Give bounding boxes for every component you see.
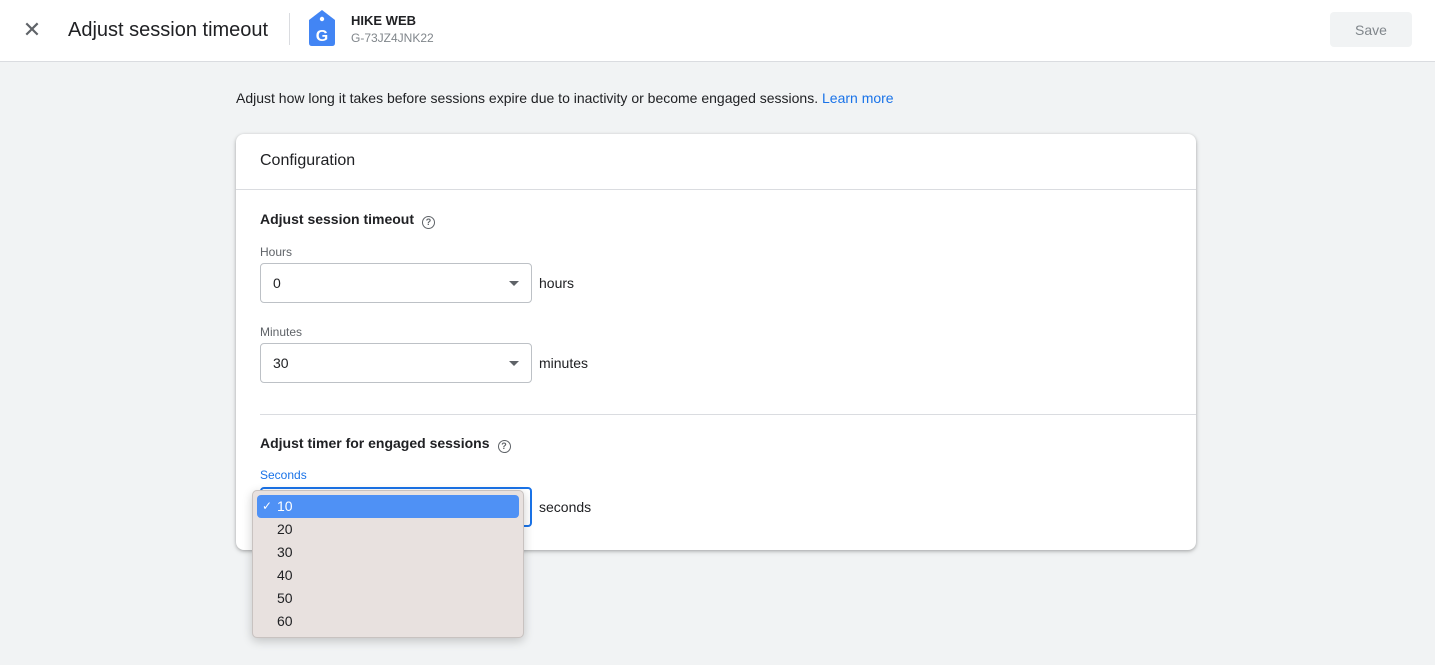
learn-more-link[interactable]: Learn more (822, 90, 894, 106)
dropdown-option[interactable]: 30 (257, 541, 519, 564)
hours-select[interactable]: 0 (260, 263, 532, 303)
dropdown-option[interactable]: 60 (257, 610, 519, 633)
dropdown-option[interactable]: ✓ 10 (257, 495, 519, 518)
hours-value: 0 (273, 275, 281, 291)
minutes-value: 30 (273, 355, 289, 371)
dropdown-option[interactable]: 40 (257, 564, 519, 587)
hours-label: Hours (260, 245, 293, 259)
seconds-label: Seconds (260, 468, 307, 482)
close-icon[interactable]: ✕ (20, 18, 44, 42)
session-timeout-heading: Adjust session timeout? (260, 211, 436, 229)
hours-unit: hours (539, 275, 575, 291)
page-title: Adjust session timeout (68, 19, 269, 41)
help-icon[interactable]: ? (497, 440, 511, 453)
help-icon[interactable]: ? (422, 216, 436, 229)
divider (289, 13, 290, 45)
option-label: 30 (277, 544, 293, 560)
option-label: 50 (277, 590, 293, 606)
intro-description: Adjust how long it takes before sessions… (236, 90, 822, 106)
session-timeout-title: Adjust session timeout (260, 211, 415, 227)
option-label: 10 (277, 498, 293, 514)
dropdown-arrow-icon (509, 281, 519, 286)
intro-text: Adjust how long it takes before sessions… (236, 90, 894, 106)
seconds-dropdown-menu: ✓ 10 20 30 40 50 60 (252, 490, 524, 638)
dropdown-option[interactable]: 20 (257, 518, 519, 541)
minutes-unit: minutes (539, 355, 589, 371)
property-tag-icon: G (309, 10, 335, 46)
option-label: 60 (277, 613, 293, 629)
checkmark-icon: ✓ (262, 499, 273, 513)
dropdown-option[interactable]: 50 (257, 587, 519, 610)
seconds-unit: seconds (539, 499, 592, 515)
option-label: 40 (277, 567, 293, 583)
svg-text:G: G (316, 28, 328, 45)
configuration-card: Configuration Adjust session timeout? Ho… (236, 134, 1196, 550)
option-label: 20 (277, 521, 293, 537)
top-bar: ✕ Adjust session timeout G HIKE WEB G-73… (0, 0, 1435, 62)
property-name: HIKE WEB (351, 13, 416, 28)
card-title: Configuration (236, 134, 1196, 190)
engaged-heading: Adjust timer for engaged sessions? (260, 435, 511, 453)
minutes-select[interactable]: 30 (260, 343, 532, 383)
dropdown-arrow-icon (509, 361, 519, 366)
section-divider (260, 414, 1196, 415)
engaged-title: Adjust timer for engaged sessions (260, 435, 490, 451)
property-id: G-73JZ4JNK22 (351, 31, 434, 45)
minutes-label: Minutes (260, 325, 303, 339)
save-button[interactable]: Save (1330, 12, 1412, 47)
